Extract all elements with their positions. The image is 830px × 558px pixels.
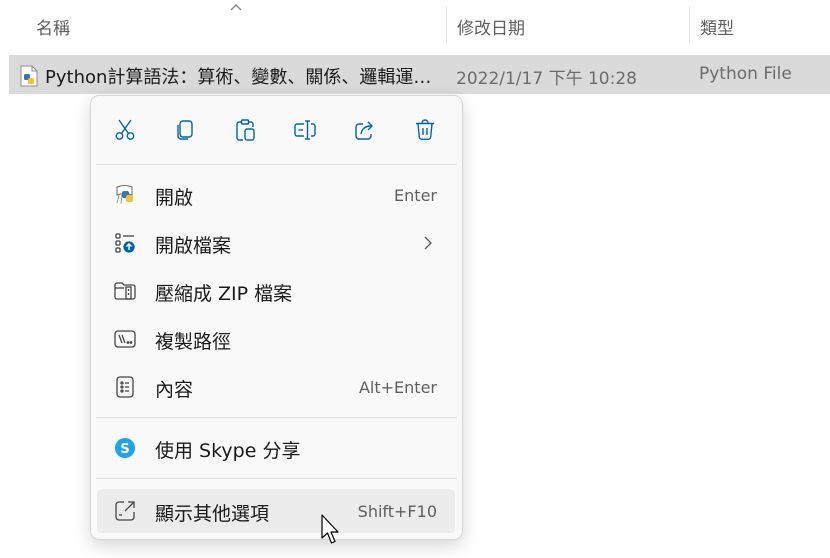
context-menu: 開啟 Enter 開啟檔案 壓縮成 ZIP 檔案 複製路徑 內容 Alt+Ent… — [90, 95, 463, 540]
column-header-type[interactable]: 類型 — [700, 14, 734, 39]
rename-icon — [294, 120, 316, 140]
menu-item-label: 內容 — [155, 379, 194, 401]
menu-item-label: 開啟 — [155, 187, 194, 209]
open-with-icon — [115, 233, 135, 253]
copy-path-icon — [114, 330, 136, 348]
paste-icon — [236, 119, 255, 141]
file-row-selected[interactable]: Python計算語法：算術、變數、關係、邏輯運… 2022/1/17 下午 10… — [9, 55, 830, 94]
skype-icon: S — [115, 438, 135, 458]
copy-button[interactable] — [168, 113, 202, 147]
menu-item-label: 使用 Skype 分享 — [155, 440, 301, 462]
mouse-cursor-icon — [321, 514, 339, 544]
delete-button[interactable] — [408, 113, 442, 147]
file-name[interactable]: Python計算語法：算術、變數、關係、邏輯運… — [45, 63, 437, 89]
menu-item-shortcut: Enter — [394, 186, 437, 205]
menu-item-open[interactable]: 開啟 Enter — [97, 173, 455, 217]
chevron-right-icon — [424, 236, 432, 250]
cut-button[interactable] — [108, 113, 142, 147]
menu-item-show-more-options[interactable]: 顯示其他選項 Shift+F10 — [97, 489, 455, 533]
sort-ascending-icon — [230, 3, 242, 11]
scissors-icon — [115, 119, 135, 140]
menu-item-label: 開啟檔案 — [155, 235, 232, 257]
file-modified-date: 2022/1/17 下午 10:28 — [456, 69, 637, 89]
menu-item-share-skype[interactable]: S 使用 Skype 分享 — [97, 426, 455, 470]
menu-item-copy-path[interactable]: 複製路徑 — [97, 317, 455, 361]
context-menu-action-bar — [91, 96, 462, 164]
column-header-date[interactable]: 修改日期 — [457, 14, 525, 39]
copy-icon — [177, 120, 193, 140]
menu-item-label: 顯示其他選項 — [155, 503, 270, 525]
share-icon — [355, 121, 373, 140]
menu-item-label: 壓縮成 ZIP 檔案 — [155, 283, 293, 305]
menu-divider — [96, 478, 457, 479]
menu-divider — [96, 164, 457, 165]
column-header-bar: 名稱 修改日期 類型 — [0, 0, 830, 50]
trash-icon — [416, 119, 434, 141]
menu-item-shortcut: Shift+F10 — [357, 502, 437, 521]
svg-text:S: S — [120, 442, 129, 457]
menu-item-properties[interactable]: 內容 Alt+Enter — [97, 365, 455, 409]
menu-item-open-with[interactable]: 開啟檔案 — [97, 221, 455, 265]
column-separator[interactable] — [689, 6, 690, 44]
menu-item-label: 複製路徑 — [155, 331, 232, 353]
more-options-icon — [115, 501, 135, 521]
file-type: Python File — [699, 64, 792, 84]
menu-item-shortcut: Alt+Enter — [358, 378, 437, 397]
properties-icon — [116, 376, 134, 398]
python-file-icon — [20, 65, 38, 87]
share-button[interactable] — [348, 113, 382, 147]
menu-item-compress-zip[interactable]: 壓縮成 ZIP 檔案 — [97, 269, 455, 313]
zip-folder-icon — [114, 282, 136, 300]
paste-button[interactable] — [228, 113, 262, 147]
column-header-name[interactable]: 名稱 — [36, 14, 70, 39]
python-launcher-icon — [116, 185, 133, 205]
column-separator[interactable] — [446, 6, 447, 44]
rename-button[interactable] — [288, 113, 322, 147]
menu-divider — [96, 417, 457, 418]
